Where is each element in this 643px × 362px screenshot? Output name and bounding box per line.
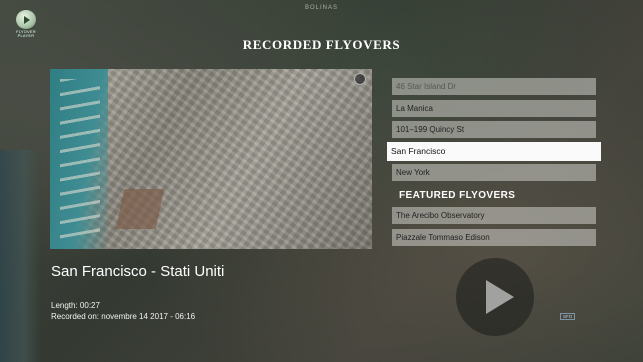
flyover-item-selected[interactable]: San Francisco — [387, 141, 601, 161]
place-title: San Francisco - Stati Uniti — [51, 263, 225, 280]
featured-flyovers-list: The Arecibo Observatory Piazzale Tommaso… — [392, 207, 596, 250]
play-icon — [486, 280, 514, 314]
featured-item[interactable]: Piazzale Tommaso Edison — [392, 228, 596, 246]
flyover-item[interactable]: 46 Star Island Dr — [392, 78, 596, 95]
flyover-item[interactable]: 101–199 Quincy St — [392, 121, 596, 138]
play-button[interactable] — [456, 258, 534, 336]
flyover-recorded-on: Recorded on: novembre 14 2017 - 06:16 — [51, 312, 196, 321]
flyover-meta: Length: 00:27 Recorded on: novembre 14 2… — [51, 300, 195, 322]
map-place-label: BOLINAS — [304, 5, 338, 11]
preview-park — [115, 189, 165, 229]
play-disc-icon — [16, 10, 36, 29]
info-icon — [354, 73, 366, 85]
featured-heading: FEATURED FLYOVERS — [399, 190, 516, 201]
preview-piers — [60, 79, 100, 239]
page-title: RECORDED FLYOVERS — [242, 37, 401, 52]
flyover-item[interactable]: New York — [392, 164, 596, 181]
recorded-flyovers-list: 46 Star Island Dr La Manica 101–199 Quin… — [387, 78, 601, 186]
featured-item[interactable]: The Arecibo Observatory — [392, 207, 596, 224]
flyover-preview — [50, 69, 372, 249]
map-tag: SFO — [560, 313, 576, 320]
app-logo: FLYOVER PLAYER — [14, 10, 38, 38]
flyover-length: Length: 00:27 — [51, 301, 100, 310]
flyover-item[interactable]: La Manica — [392, 99, 596, 117]
